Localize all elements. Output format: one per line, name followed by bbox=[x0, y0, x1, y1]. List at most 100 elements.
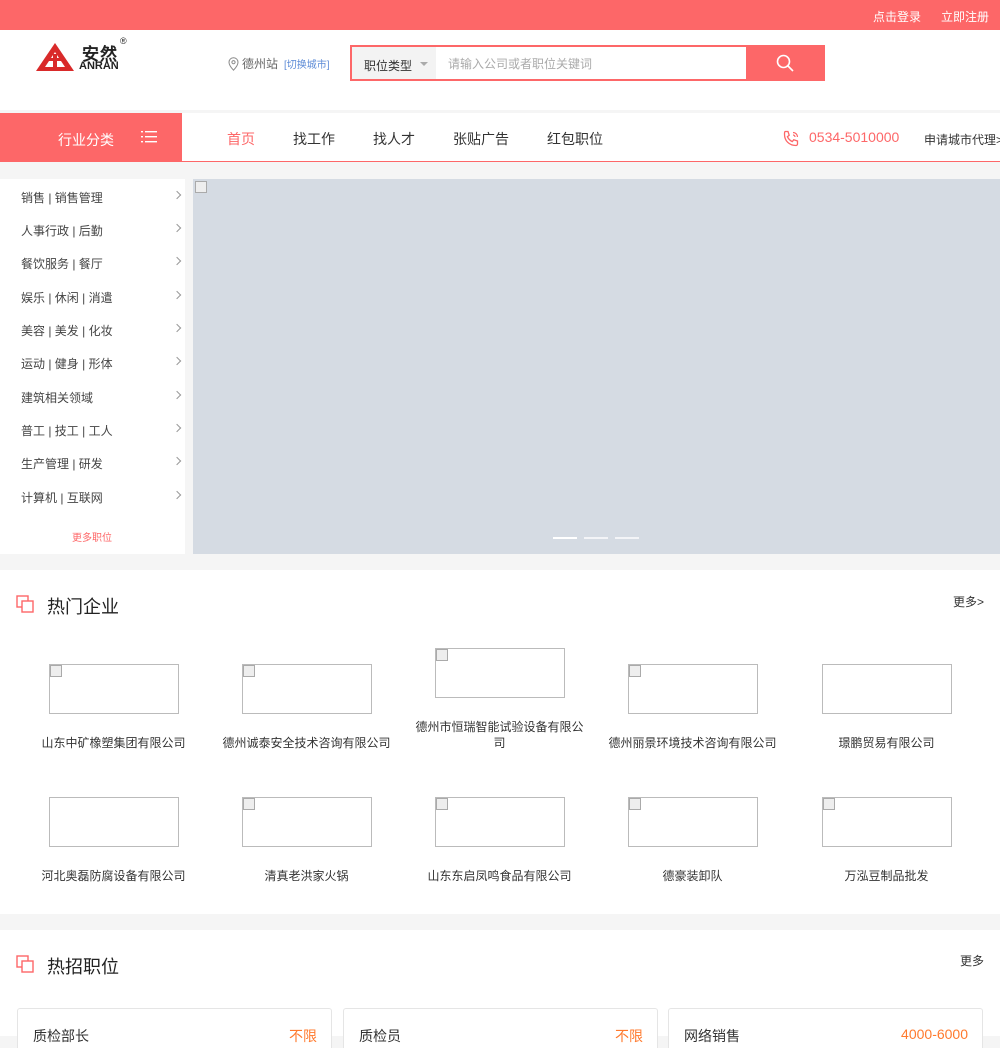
company-logo bbox=[628, 797, 758, 847]
sidebar-item-fitness[interactable]: 运动 | 健身 | 形体 bbox=[0, 345, 185, 378]
phone-icon bbox=[783, 130, 799, 147]
company-logo bbox=[242, 664, 372, 714]
company-logo bbox=[49, 797, 179, 847]
sidebar-item-label: 建筑相关领域 bbox=[21, 391, 94, 405]
location-pin-icon bbox=[228, 56, 239, 71]
category-menu-button[interactable]: 行业分类 bbox=[0, 113, 182, 162]
register-link[interactable]: 立即注册 bbox=[941, 8, 989, 25]
section-title: 热招职位 bbox=[47, 957, 119, 977]
top-bar: 点击登录 立即注册 bbox=[0, 0, 1000, 30]
company-logo bbox=[242, 797, 372, 847]
chevron-right-icon bbox=[172, 456, 182, 466]
search-input[interactable] bbox=[448, 55, 738, 73]
login-link[interactable]: 点击登录 bbox=[873, 8, 921, 25]
job-title: 质检员 bbox=[359, 1028, 401, 1044]
city-selector: 德州站 [切换城市] bbox=[228, 55, 330, 72]
sidebar-item-beauty[interactable]: 美容 | 美发 | 化妆 bbox=[0, 312, 185, 345]
carousel-dot[interactable] bbox=[615, 537, 639, 539]
sidebar-item-it[interactable]: 计算机 | 互联网 bbox=[0, 479, 185, 512]
hero-banner[interactable] bbox=[193, 179, 1000, 554]
site-logo[interactable]: 安然 ANRAN ® bbox=[36, 36, 136, 78]
sidebar-item-label: 运动 | 健身 | 形体 bbox=[21, 357, 113, 371]
chevron-right-icon bbox=[172, 423, 182, 433]
company-card[interactable]: 山东东启凤鸣食品有限公司 bbox=[403, 771, 596, 903]
sidebar-item-hr[interactable]: 人事行政 | 后勤 bbox=[0, 212, 185, 245]
city-agent-link[interactable]: 申请城市代理> bbox=[924, 131, 1000, 148]
company-card[interactable]: 河北奥磊防腐设备有限公司 bbox=[17, 771, 210, 903]
company-name: 璟鹏贸易有限公司 bbox=[838, 736, 935, 750]
broken-image-icon bbox=[243, 665, 255, 677]
sidebar-item-label: 销售 | 销售管理 bbox=[21, 191, 103, 205]
current-city: 德州站 bbox=[242, 57, 279, 71]
anran-logo-icon bbox=[36, 43, 74, 71]
sidebar-item-entertainment[interactable]: 娱乐 | 休闲 | 消遣 bbox=[0, 279, 185, 312]
carousel-dot[interactable] bbox=[584, 537, 608, 539]
company-logo bbox=[435, 797, 565, 847]
search-icon bbox=[776, 54, 794, 72]
company-card[interactable]: 德州诚泰安全技术咨询有限公司 bbox=[210, 638, 403, 770]
company-card[interactable]: 清真老洪家火锅 bbox=[210, 771, 403, 903]
switch-city-link[interactable]: [切换城市] bbox=[284, 56, 330, 71]
sidebar-item-construction[interactable]: 建筑相关领域 bbox=[0, 379, 185, 412]
copy-squares-icon bbox=[16, 955, 34, 973]
sidebar-item-workers[interactable]: 普工 | 技工 | 工人 bbox=[0, 412, 185, 445]
chevron-right-icon bbox=[172, 323, 182, 333]
more-companies-link[interactable]: 更多> bbox=[953, 593, 984, 610]
company-card[interactable]: 万泓豆制品批发 bbox=[790, 771, 983, 903]
sidebar-item-catering[interactable]: 餐饮服务 | 餐厅 bbox=[0, 245, 185, 278]
company-card[interactable]: 德豪装卸队 bbox=[596, 771, 789, 903]
company-card[interactable]: 德州丽景环境技术咨询有限公司 bbox=[596, 638, 789, 770]
company-logo bbox=[49, 664, 179, 714]
sidebar-item-sales[interactable]: 销售 | 销售管理 bbox=[0, 179, 185, 212]
nav-home[interactable]: 首页 bbox=[227, 129, 255, 149]
broken-image-icon bbox=[629, 665, 641, 677]
nav-red-packet-jobs[interactable]: 红包职位 bbox=[547, 129, 603, 149]
search-bar: 职位类型 bbox=[350, 45, 825, 81]
chevron-right-icon bbox=[172, 490, 182, 500]
broken-image-icon bbox=[436, 649, 448, 661]
hotline-number: 0534-5010000 bbox=[809, 129, 900, 145]
sidebar-item-label: 餐饮服务 | 餐厅 bbox=[21, 257, 103, 271]
sidebar-item-label: 普工 | 技工 | 工人 bbox=[21, 424, 113, 438]
sidebar-item-label: 娱乐 | 休闲 | 消遣 bbox=[21, 291, 113, 305]
nav-post-ad[interactable]: 张贴广告 bbox=[453, 129, 509, 149]
sidebar-item-label: 人事行政 | 后勤 bbox=[21, 224, 103, 238]
copy-squares-icon bbox=[16, 595, 34, 613]
hot-jobs-section: 热招职位 更多 质检部长 不限 质检员 不限 网络销售 4000-6000 bbox=[0, 930, 1000, 1048]
main-nav: 行业分类 首页 找工作 找人才 张贴广告 红包职位 0534-5010000 申… bbox=[0, 113, 1000, 162]
job-card[interactable]: 质检部长 不限 bbox=[17, 1008, 332, 1048]
job-salary: 不限 bbox=[615, 1028, 643, 1044]
chevron-right-icon bbox=[172, 223, 182, 233]
company-card[interactable]: 山东中矿橡塑集团有限公司 bbox=[17, 638, 210, 770]
company-card[interactable]: 璟鹏贸易有限公司 bbox=[790, 638, 983, 770]
broken-image-icon bbox=[50, 665, 62, 677]
company-logo bbox=[822, 664, 952, 714]
chevron-right-icon bbox=[172, 356, 182, 366]
job-title: 质检部长 bbox=[33, 1028, 89, 1044]
sidebar-item-label: 计算机 | 互联网 bbox=[21, 491, 103, 505]
logo-text-en: ANRAN bbox=[79, 60, 119, 72]
sidebar-item-label: 生产管理 | 研发 bbox=[21, 457, 103, 471]
company-logo bbox=[435, 648, 565, 698]
hot-companies-section: 热门企业 更多> 山东中矿橡塑集团有限公司 德州诚泰安全技术咨询有限公司 德州市… bbox=[0, 570, 1000, 914]
carousel-dot[interactable] bbox=[553, 537, 577, 539]
job-card[interactable]: 网络销售 4000-6000 bbox=[668, 1008, 983, 1048]
sidebar-item-label: 美容 | 美发 | 化妆 bbox=[21, 324, 113, 338]
broken-image-icon bbox=[436, 798, 448, 810]
job-card[interactable]: 质检员 不限 bbox=[343, 1008, 658, 1048]
nav-find-job[interactable]: 找工作 bbox=[293, 129, 335, 149]
company-name: 万泓豆制品批发 bbox=[844, 869, 929, 883]
broken-image-icon bbox=[243, 798, 255, 810]
company-logo bbox=[822, 797, 952, 847]
category-sidebar: 销售 | 销售管理 人事行政 | 后勤 餐饮服务 | 餐厅 娱乐 | 休闲 | … bbox=[0, 179, 185, 554]
more-jobs-section-link[interactable]: 更多 bbox=[960, 952, 984, 969]
more-jobs-link[interactable]: 更多职位 bbox=[72, 529, 112, 544]
chevron-right-icon bbox=[172, 256, 182, 266]
sidebar-item-production[interactable]: 生产管理 | 研发 bbox=[0, 445, 185, 478]
caret-down-icon bbox=[420, 62, 428, 66]
section-title: 热门企业 bbox=[47, 597, 119, 617]
company-card[interactable]: 德州市恒瑞智能试验设备有限公司 bbox=[403, 638, 596, 770]
company-name: 德州市恒瑞智能试验设备有限公司 bbox=[415, 720, 584, 750]
search-button[interactable] bbox=[746, 45, 825, 81]
nav-find-talent[interactable]: 找人才 bbox=[373, 129, 415, 149]
